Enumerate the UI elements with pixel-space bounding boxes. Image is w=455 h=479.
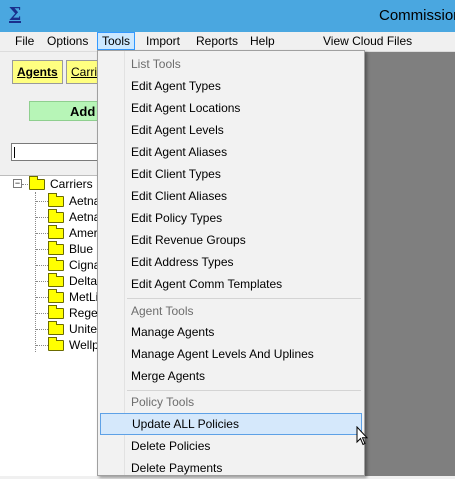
tree-item-label: Aetna [69,210,101,224]
menu-options[interactable]: Options [43,33,92,49]
tree-item-label: Rege [69,306,98,320]
tree-connector [36,345,48,346]
menu-separator [127,298,361,299]
menu-header-agent-tools: Agent Tools [131,304,194,318]
folder-icon [48,193,64,207]
tree-connector [36,233,48,234]
menu-reports[interactable]: Reports [192,33,242,49]
text-caret [14,147,15,158]
menu-header-policy-tools: Policy Tools [131,395,195,409]
folder-icon [48,225,64,239]
tree-root-carriers[interactable]: − Carriers [0,176,100,192]
folder-icon [48,209,64,223]
menu-bar: File Options Tools Import Reports Help V… [0,32,455,52]
folder-icon [29,176,45,190]
tabs-row: Agents Carri [0,57,102,87]
mouse-pointer-icon [356,426,368,446]
tree-item[interactable]: Unite [0,321,100,337]
tree-item[interactable]: Aetna [0,193,100,209]
tree-item[interactable]: Blue C [0,241,105,257]
tree-item-label: Cigna [69,258,101,272]
menu-item-edit-client-types[interactable]: Edit Client Types [100,163,362,185]
menu-item-edit-agent-types[interactable]: Edit Agent Types [100,75,362,97]
menu-item-edit-agent-levels[interactable]: Edit Agent Levels [100,119,362,141]
folder-icon [48,257,64,271]
menu-view-cloud-files[interactable]: View Cloud Files [319,33,416,49]
left-pane: Agents Carri Add − Carriers Aetna Aetna [0,52,109,476]
menu-tools[interactable]: Tools [97,32,136,50]
tree-item[interactable]: Cigna [0,257,100,273]
title-bar: Σ Commission [0,0,455,32]
folder-icon [48,321,64,335]
tree-item[interactable]: Aetna [0,209,100,225]
tree-connector [36,249,48,250]
tab-carriers-label: Carri [71,65,97,79]
tree-item[interactable]: Ameri [0,225,100,241]
collapse-icon[interactable]: − [13,179,22,188]
menu-item-update-all-policies[interactable]: Update ALL Policies [100,413,362,435]
tree-connector [36,201,48,202]
menu-item-delete-policies[interactable]: Delete Policies [100,435,362,457]
tree-connector [36,265,48,266]
tree-connector [36,281,48,282]
carrier-tree: − Carriers Aetna Aetna Ameri Blue C Cign… [0,175,105,476]
tree-connector [36,329,48,330]
folder-icon [48,305,64,319]
folder-icon [48,241,64,255]
menu-file[interactable]: File [11,33,38,49]
menu-item-edit-agent-aliases[interactable]: Edit Agent Aliases [100,141,362,163]
menu-header-list-tools: List Tools [131,57,181,71]
menu-help[interactable]: Help [246,33,279,49]
menu-item-edit-policy-types[interactable]: Edit Policy Types [100,207,362,229]
tree-item[interactable]: Delta [0,273,100,289]
menu-import[interactable]: Import [142,33,184,49]
menu-item-edit-agent-comm-templates[interactable]: Edit Agent Comm Templates [100,273,362,295]
tree-item-label: Aetna [69,194,101,208]
menu-item-merge-agents[interactable]: Merge Agents [100,365,362,387]
tree-item-label: Unite [69,322,98,336]
tree-connector [36,217,48,218]
menu-item-edit-revenue-groups[interactable]: Edit Revenue Groups [100,229,362,251]
folder-icon [48,337,64,351]
sigma-icon[interactable]: Σ [7,6,23,24]
menu-item-edit-agent-locations[interactable]: Edit Agent Locations [100,97,362,119]
menu-item-manage-agents[interactable]: Manage Agents [100,321,362,343]
tree-item-label: Ameri [69,226,101,240]
menu-item-edit-address-types[interactable]: Edit Address Types [100,251,362,273]
tools-dropdown-menu: List Tools Edit Agent Types Edit Agent L… [97,50,365,476]
tree-connector [36,313,48,314]
tree-item-label: MetLi [69,290,99,304]
tab-agents-label: Agents [17,65,58,79]
tree-item-label: Wellp [69,338,99,352]
tree-root-label: Carriers [50,177,93,191]
search-input[interactable] [11,143,106,161]
tree-item[interactable]: Wellp [0,337,100,353]
tree-connector [36,297,48,298]
folder-icon [48,289,64,303]
menu-item-edit-client-aliases[interactable]: Edit Client Aliases [100,185,362,207]
tab-agents[interactable]: Agents [12,60,63,84]
workspace-area [363,52,455,476]
window-title: Commission [379,7,455,24]
tree-item[interactable]: Rege [0,305,100,321]
folder-icon [48,273,64,287]
menu-item-manage-agent-levels-and-uplines[interactable]: Manage Agent Levels And Uplines [100,343,362,365]
tree-item[interactable]: MetLi [0,289,100,305]
tree-item-label: Delta [69,274,98,288]
